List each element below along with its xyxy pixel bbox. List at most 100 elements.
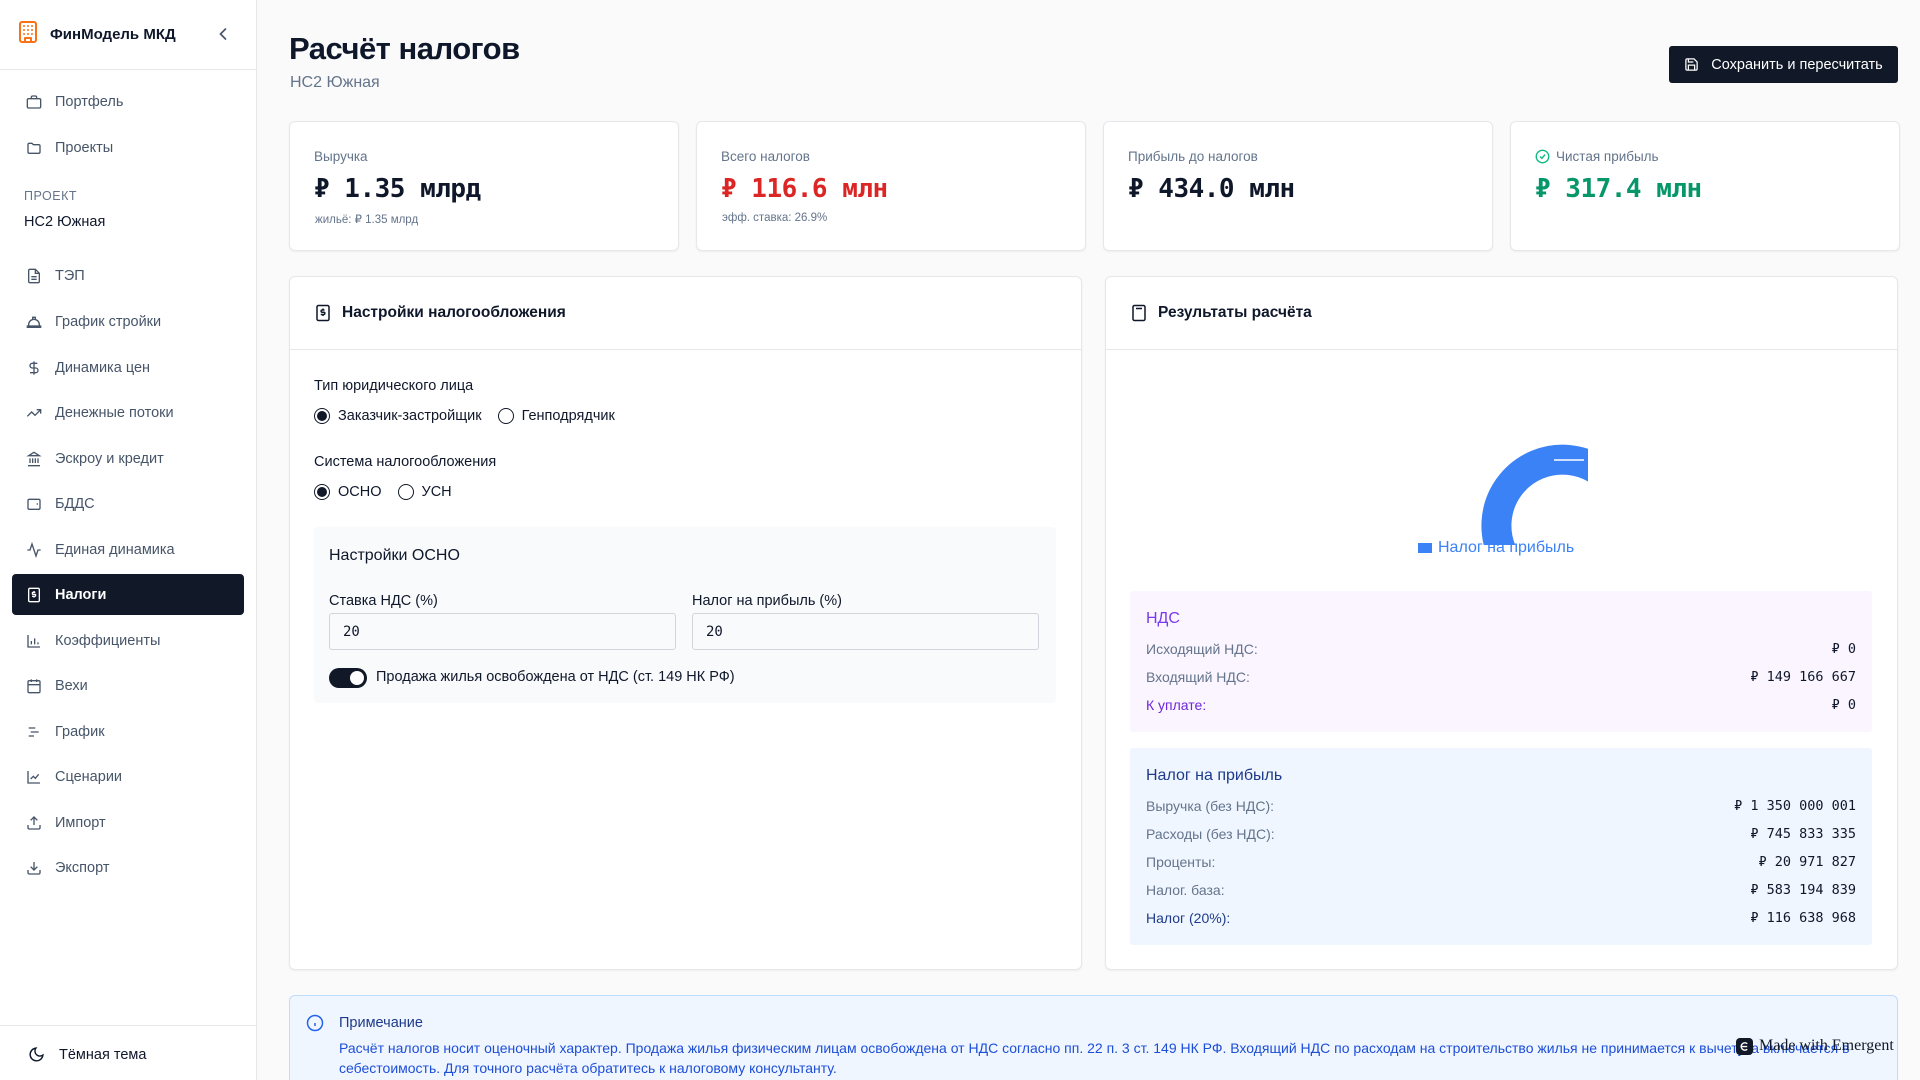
- kpi-label: Выручка: [314, 149, 368, 164]
- osno-settings-box: Настройки ОСНО Ставка НДС (%) Налог на п…: [314, 527, 1056, 703]
- sidebar-item-export[interactable]: Экспорт: [12, 847, 244, 888]
- sidebar-item-label: Динамика цен: [55, 359, 151, 376]
- page-subtitle: НС2 Южная: [290, 74, 380, 91]
- app-name: ФинМодель МКД: [50, 25, 176, 43]
- radio-dot[interactable]: [314, 484, 330, 500]
- sidebar-item-tep[interactable]: ТЭП: [12, 255, 244, 296]
- radio-label: ОСНО: [338, 484, 382, 500]
- receipt-icon: [316, 304, 330, 322]
- row-value: ₽ 116 638 968: [1750, 910, 1856, 926]
- sidebar-item-cash-flows[interactable]: Денежные потоки: [12, 392, 244, 433]
- bar-chart-icon: [27, 634, 40, 648]
- folder-icon: [27, 142, 41, 154]
- radio-developer[interactable]: Заказчик-застройщик: [314, 408, 482, 424]
- project-name: НС2 Южная: [24, 214, 106, 230]
- vat-exempt-label: Продажа жилья освобождена от НДС (ст. 14…: [376, 669, 735, 685]
- kpi-label: Всего налогов: [721, 149, 810, 164]
- save-recalculate-button[interactable]: Сохранить и пересчитать: [1669, 46, 1898, 83]
- radio-osno[interactable]: ОСНО: [314, 484, 382, 500]
- kpi-hint: эфф. ставка: 26.9%: [722, 212, 828, 224]
- radio-label: УСН: [421, 484, 452, 500]
- note-text: Расчёт налогов носит оценочный характер.…: [339, 1040, 1850, 1076]
- profit-tax-input[interactable]: [692, 613, 1039, 650]
- row-value: ₽ 583 194 839: [1750, 882, 1856, 898]
- chevron-left-icon[interactable]: [213, 24, 233, 44]
- theme-toggle-button[interactable]: Тёмная тема: [28, 1046, 146, 1063]
- divider: [0, 1025, 256, 1026]
- sidebar-item-construction-schedule[interactable]: График стройки: [12, 301, 244, 342]
- radio-label: Заказчик-застройщик: [338, 408, 482, 424]
- radio-dot[interactable]: [314, 408, 330, 424]
- result-row: Выручка (без НДС): ₽ 1 350 000 001: [1146, 798, 1856, 814]
- sidebar-item-label: Портфель: [55, 93, 124, 110]
- note-title: Примечание: [339, 1015, 423, 1031]
- result-row: К уплате: ₽ 0: [1146, 697, 1856, 713]
- radio-usn[interactable]: УСН: [397, 484, 452, 500]
- kpi-label: Прибыль до налогов: [1128, 149, 1258, 164]
- line-chart-icon: [27, 770, 40, 784]
- sidebar-item-price-dynamics[interactable]: Динамика цен: [12, 347, 244, 388]
- sidebar-item-milestones[interactable]: Вехи: [12, 665, 244, 706]
- sidebar-item-label: БДДС: [55, 495, 95, 512]
- sidebar-item-taxes[interactable]: Налоги: [12, 574, 244, 615]
- row-label: Налог (20%):: [1146, 910, 1231, 926]
- sidebar-item-projects[interactable]: Проекты: [12, 127, 244, 168]
- sidebar-item-label: ТЭП: [55, 267, 85, 284]
- tax-settings-panel: Настройки налогообложения Тип юридическо…: [289, 276, 1082, 970]
- tax-system-radio-group: ОСНО УСН: [314, 484, 468, 500]
- sidebar-item-label: Вехи: [55, 677, 88, 694]
- radio-dot[interactable]: [497, 408, 514, 424]
- legend-label: Налог на прибыль: [1438, 539, 1575, 556]
- page-title: Расчёт налогов: [289, 31, 520, 66]
- donut-slice[interactable]: [1481, 444, 1588, 545]
- project-caption: ПРОЕКТ: [24, 189, 78, 203]
- hard-hat-icon: [26, 316, 42, 328]
- result-row: Налог. база: ₽ 583 194 839: [1146, 882, 1856, 898]
- sidebar-item-label: Единая динамика: [55, 541, 175, 558]
- sidebar-item-label: Налоги: [55, 586, 107, 603]
- radio-general-contractor[interactable]: Генподрядчик: [497, 408, 615, 424]
- dollar-icon: [29, 360, 39, 375]
- sidebar-item-label: Эскроу и кредит: [55, 450, 164, 467]
- upload-icon: [27, 815, 41, 830]
- radio-dot[interactable]: [397, 484, 414, 500]
- sidebar-item-escrow-credit[interactable]: Эскроу и кредит: [12, 438, 244, 479]
- kpi-value: ₽ 116.6 млн: [721, 174, 888, 204]
- sidebar-item-import[interactable]: Импорт: [12, 802, 244, 843]
- vat-exempt-switch[interactable]: [329, 668, 367, 688]
- gantt-icon: [28, 726, 39, 737]
- result-row: Расходы (без НДС): ₽ 745 833 335: [1146, 826, 1856, 842]
- row-label: Исходящий НДС:: [1146, 641, 1258, 657]
- row-label: Проценты:: [1146, 854, 1216, 870]
- sidebar-item-chart[interactable]: График: [12, 711, 244, 752]
- row-value: ₽ 0: [1831, 641, 1856, 657]
- moon-icon: [29, 1047, 44, 1062]
- vat-rate-input[interactable]: [329, 613, 676, 650]
- receipt-icon: [28, 587, 40, 602]
- made-with-badge[interactable]: Made with Emergent: [1736, 1037, 1894, 1055]
- row-value: ₽ 745 833 335: [1750, 826, 1856, 842]
- row-value: ₽ 20 971 827: [1758, 854, 1856, 870]
- divider: [0, 69, 256, 70]
- profit-tax-label: Налог на прибыль (%): [692, 593, 842, 609]
- vat-rate-label: Ставка НДС (%): [329, 593, 438, 609]
- sidebar-item-bdds[interactable]: БДДС: [12, 483, 244, 524]
- activity-icon: [27, 541, 41, 558]
- save-button-label: Сохранить и пересчитать: [1711, 56, 1883, 73]
- bank-icon: [26, 451, 42, 466]
- vat-title: НДС: [1146, 610, 1180, 627]
- row-value: ₽ 0: [1831, 697, 1856, 713]
- sidebar-item-scenarios[interactable]: Сценарии: [12, 756, 244, 797]
- info-icon: [306, 1014, 324, 1032]
- kpi-value: ₽ 1.35 млрд: [314, 174, 481, 204]
- sidebar-item-portfolio[interactable]: Портфель: [12, 81, 244, 122]
- panel-title: Настройки налогообложения: [342, 304, 566, 321]
- badge-label: Made with Emergent: [1759, 1037, 1894, 1054]
- sidebar-item-unified-dynamics[interactable]: Единая динамика: [12, 529, 244, 570]
- kpi-hint: жильё: ₽ 1.35 млрд: [315, 214, 419, 226]
- brand[interactable]: ФинМодель МКД: [16, 20, 176, 46]
- tax-system-label: Система налогообложения: [314, 454, 497, 470]
- check-circle-icon: [1535, 149, 1550, 164]
- trending-up-icon: [26, 408, 42, 417]
- sidebar-item-coefficients[interactable]: Коэффициенты: [12, 620, 244, 661]
